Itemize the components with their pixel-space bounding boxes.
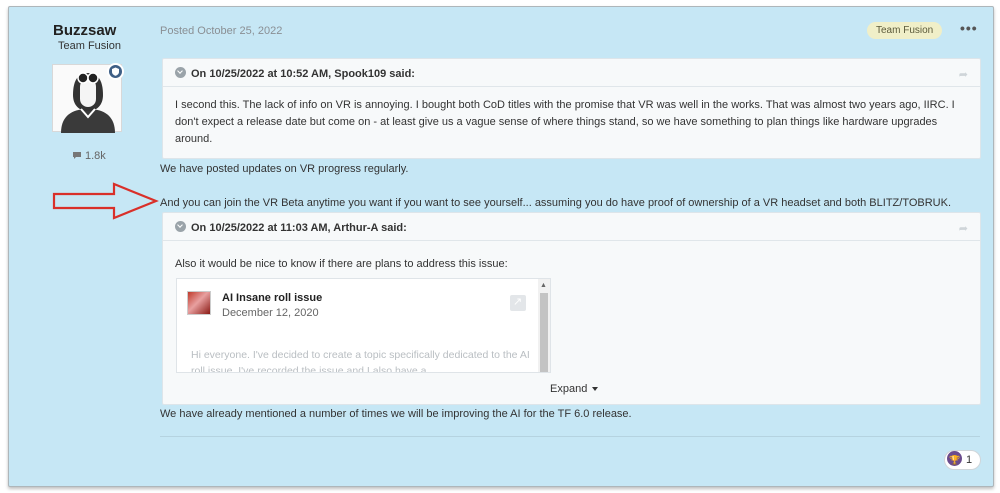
collapse-chevron-icon[interactable] xyxy=(175,221,186,232)
group-tag: Team Fusion xyxy=(867,22,943,39)
embedded-topic-card[interactable]: AI Insane roll issue December 12, 2020 H… xyxy=(176,278,551,373)
author-name[interactable]: Buzzsaw xyxy=(53,22,116,39)
collapse-chevron-icon[interactable] xyxy=(175,67,186,78)
embedded-topic-title[interactable]: AI Insane roll issue xyxy=(222,292,322,304)
quote-divider xyxy=(163,240,980,241)
quote-citation: On 10/25/2022 at 11:03 AM, Arthur-A said… xyxy=(191,222,407,234)
moderator-shield-icon xyxy=(107,63,124,80)
post-menu-icon[interactable]: ••• xyxy=(960,20,978,36)
quote-citation: On 10/25/2022 at 10:52 AM, Spook109 said… xyxy=(191,68,415,80)
post-count-value: 1.8k xyxy=(85,150,106,162)
post-date[interactable]: Posted October 25, 2022 xyxy=(160,25,282,37)
scroll-up-icon[interactable]: ▲ xyxy=(540,282,547,289)
post-paragraph: We have posted updates on VR progress re… xyxy=(160,163,409,175)
post-count: 1.8k xyxy=(72,150,106,163)
post-paragraph-highlighted: And you can join the VR Beta anytime you… xyxy=(160,197,952,209)
comment-icon xyxy=(72,151,82,163)
post-paragraph: We have already mentioned a number of ti… xyxy=(160,408,632,420)
quote-divider xyxy=(163,86,980,87)
embedded-topic-excerpt: Hi everyone. I've decided to create a to… xyxy=(191,349,530,373)
caret-down-icon xyxy=(592,387,599,391)
trophy-icon xyxy=(947,451,962,469)
quote-block: On 10/25/2022 at 11:03 AM, Arthur-A said… xyxy=(162,212,981,405)
embedded-topic-date: December 12, 2020 xyxy=(222,307,319,319)
post-footer-divider xyxy=(160,436,980,437)
red-arrow-annotation xyxy=(52,182,159,220)
quote-body: I second this. The lack of info on VR is… xyxy=(175,99,955,145)
quote-header[interactable]: On 10/25/2022 at 10:52 AM, Spook109 said… xyxy=(175,67,415,80)
topic-thumbnail xyxy=(187,291,211,315)
author-group: Team Fusion xyxy=(58,40,121,52)
quote-block: On 10/25/2022 at 10:52 AM, Spook109 said… xyxy=(162,58,981,159)
quote-header[interactable]: On 10/25/2022 at 11:03 AM, Arthur-A said… xyxy=(175,221,407,234)
share-arrow-icon[interactable]: ➦ xyxy=(959,68,968,81)
scrollbar-thumb[interactable] xyxy=(540,293,548,372)
expand-button[interactable]: Expand xyxy=(550,383,599,395)
open-external-icon[interactable] xyxy=(510,295,526,311)
reaction-button[interactable]: 1 xyxy=(944,450,982,470)
reaction-count: 1 xyxy=(966,454,973,466)
share-arrow-icon[interactable]: ➦ xyxy=(959,222,968,235)
expand-label: Expand xyxy=(550,383,588,395)
embed-scrollbar[interactable]: ▲ xyxy=(538,279,550,372)
quote-body: Also it would be nice to know if there a… xyxy=(175,258,508,270)
